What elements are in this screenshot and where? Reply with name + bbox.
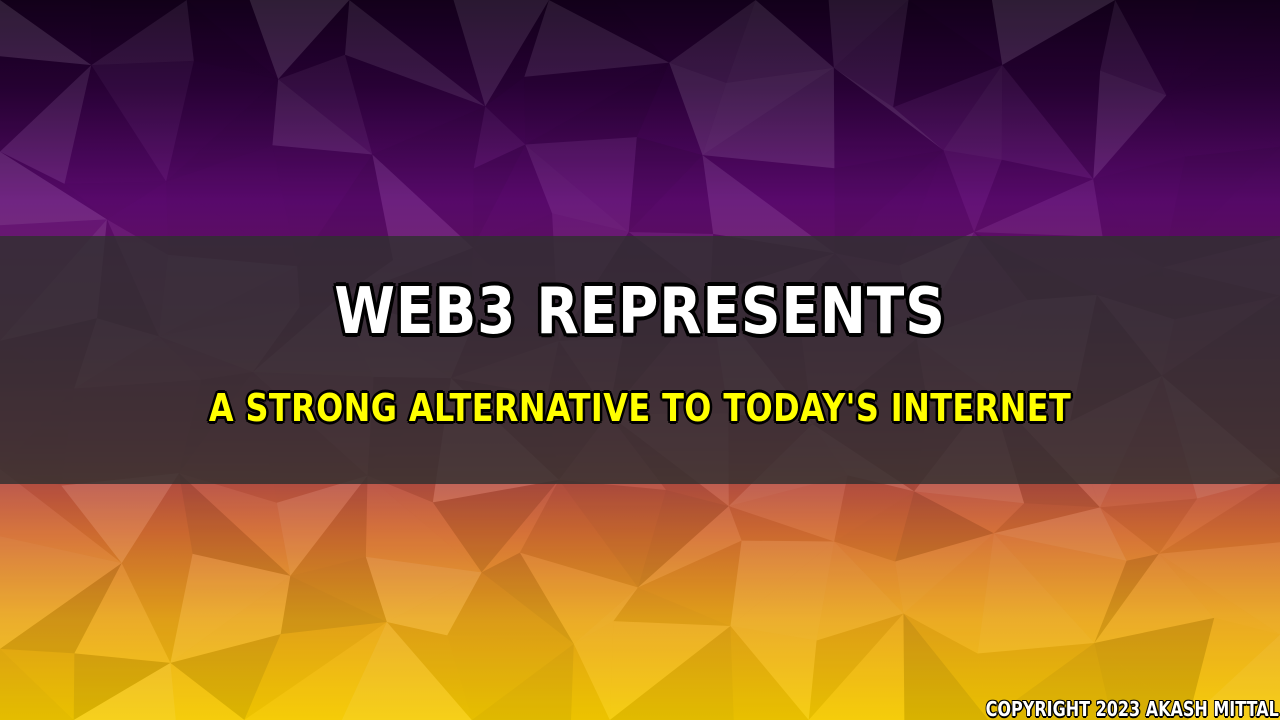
subheadline: A STRONG ALTERNATIVE TO TODAY'S INTERNET: [208, 385, 1072, 431]
thumbnail-canvas: WEB3 REPRESENTS A STRONG ALTERNATIVE TO …: [0, 0, 1280, 720]
copyright-notice: COPYRIGHT 2023 AKASH MITTAL: [985, 697, 1279, 720]
headline: WEB3 REPRESENTS: [333, 274, 946, 351]
